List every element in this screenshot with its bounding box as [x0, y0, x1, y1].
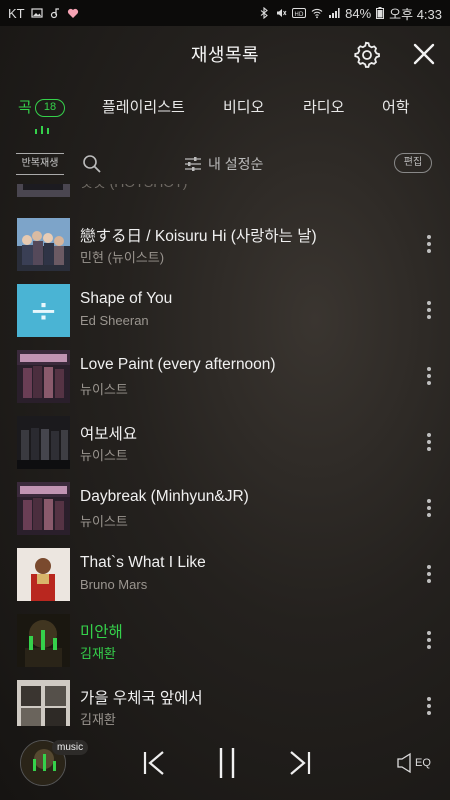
- more-options-icon[interactable]: [420, 694, 438, 718]
- list-item[interactable]: 戀する日 / Koisuru Hi (사랑하는 날) 민현 (뉴이스트): [0, 212, 450, 278]
- battery-percent: 84%: [345, 5, 372, 21]
- track-title: 여보세요: [80, 426, 138, 443]
- sort-sliders-icon: [185, 157, 201, 171]
- list-item[interactable]: 가을 우체국 앞에서 김재환: [0, 674, 450, 726]
- edit-button[interactable]: 편집: [394, 153, 432, 173]
- list-item[interactable]: Daybreak (Minhyun&JR) 뉴이스트: [0, 476, 450, 542]
- eq-label: EQ: [415, 757, 431, 769]
- track-title: 미안해: [80, 624, 123, 641]
- heart-icon: [67, 8, 78, 18]
- sort-button[interactable]: 내 설정순: [184, 154, 263, 174]
- track-artist: Bruno Mars: [80, 577, 148, 592]
- album-art: ÷: [17, 284, 70, 337]
- more-options-icon[interactable]: [420, 562, 438, 586]
- bluetooth-icon: [260, 7, 268, 19]
- track-artist: 김재환: [80, 712, 116, 726]
- status-bar: KT HD 84% 오후 4:33: [0, 0, 450, 26]
- sort-label: 내 설정순: [208, 156, 264, 172]
- list-item[interactable]: ÷ Shape of You Ed Sheeran: [0, 278, 450, 344]
- track-artist: 김재환: [80, 646, 116, 661]
- hd-icon: HD: [292, 8, 307, 18]
- album-art: [17, 548, 70, 601]
- tab-videos[interactable]: 비디오: [223, 96, 264, 117]
- more-options-icon[interactable]: [420, 496, 438, 520]
- search-icon[interactable]: [82, 154, 102, 174]
- player-bar: music EQ: [0, 726, 450, 800]
- more-options-icon[interactable]: [420, 298, 438, 322]
- list-item[interactable]: 핫샷 (HOTSHOT): [0, 184, 450, 204]
- album-art: [17, 184, 70, 197]
- tab-radio[interactable]: 라디오: [303, 96, 344, 117]
- track-title: That`s What I Like: [80, 554, 206, 571]
- music-badge: music: [52, 740, 89, 755]
- previous-track-icon[interactable]: [142, 750, 166, 776]
- track-artist: 뉴이스트: [80, 448, 128, 463]
- speaker-icon: [397, 752, 411, 774]
- more-options-icon[interactable]: [420, 628, 438, 652]
- list-item[interactable]: Love Paint (every afternoon) 뉴이스트: [0, 344, 450, 410]
- track-title: Daybreak (Minhyun&JR): [80, 488, 249, 505]
- more-options-icon[interactable]: [420, 430, 438, 454]
- track-title: 戀する日 / Koisuru Hi (사랑하는 날): [80, 228, 317, 245]
- svg-text:÷: ÷: [29, 291, 58, 331]
- album-art: [17, 680, 70, 726]
- music-notification-icon: [50, 8, 59, 19]
- track-artist: 뉴이스트: [80, 514, 128, 529]
- tab-songs-label: 곡: [18, 99, 32, 116]
- album-art: [17, 614, 70, 667]
- svg-text:HD: HD: [295, 11, 305, 18]
- equalizer-button[interactable]: EQ: [396, 750, 432, 776]
- close-icon[interactable]: [410, 40, 438, 68]
- playing-indicator-icon: [35, 126, 49, 134]
- track-artist: 민현 (뉴이스트): [80, 250, 165, 265]
- page-title: 재생목록: [190, 45, 260, 65]
- list-item[interactable]: 여보세요 뉴이스트: [0, 410, 450, 476]
- song-count-badge: 18: [35, 99, 65, 117]
- list-toolbar: 반복재생 내 설정순 편집: [0, 145, 450, 183]
- track-list: 핫샷 (HOTSHOT) 戀する日 / Koisuru Hi (사랑하는 날) …: [0, 184, 450, 726]
- album-art: [17, 350, 70, 403]
- tab-bar: 곡 18 플레이리스트 비디오 라디오 어학: [0, 86, 450, 136]
- more-options-icon[interactable]: [420, 364, 438, 388]
- header: 재생목록: [0, 26, 450, 82]
- album-art: [17, 482, 70, 535]
- more-options-icon[interactable]: [420, 232, 438, 256]
- signal-icon: [329, 8, 340, 18]
- battery-icon: [376, 7, 385, 19]
- tab-language[interactable]: 어학: [382, 96, 410, 117]
- album-art: [17, 218, 70, 271]
- tab-playlists[interactable]: 플레이리스트: [102, 96, 185, 117]
- repeat-button[interactable]: 반복재생: [16, 153, 64, 175]
- track-artist: Ed Sheeran: [80, 313, 149, 328]
- settings-gear-icon[interactable]: [352, 40, 382, 70]
- track-title: Love Paint (every afternoon): [80, 356, 276, 373]
- carrier-label: KT: [8, 5, 25, 21]
- track-artist: 뉴이스트: [80, 382, 128, 397]
- list-item[interactable]: That`s What I Like Bruno Mars: [0, 542, 450, 608]
- track-title: 핫샷 (HOTSHOT): [80, 184, 187, 192]
- track-title: 가을 우체국 앞에서: [80, 690, 203, 707]
- pause-icon[interactable]: [215, 746, 239, 780]
- gallery-icon: [31, 8, 43, 18]
- clock: 오후 4:33: [389, 6, 442, 22]
- mute-icon: [277, 9, 287, 17]
- track-title: Shape of You: [80, 290, 173, 307]
- list-item-now-playing[interactable]: 미안해 김재환: [0, 608, 450, 674]
- next-track-icon[interactable]: [288, 750, 312, 776]
- album-art: [17, 416, 70, 469]
- wifi-icon: [311, 8, 323, 19]
